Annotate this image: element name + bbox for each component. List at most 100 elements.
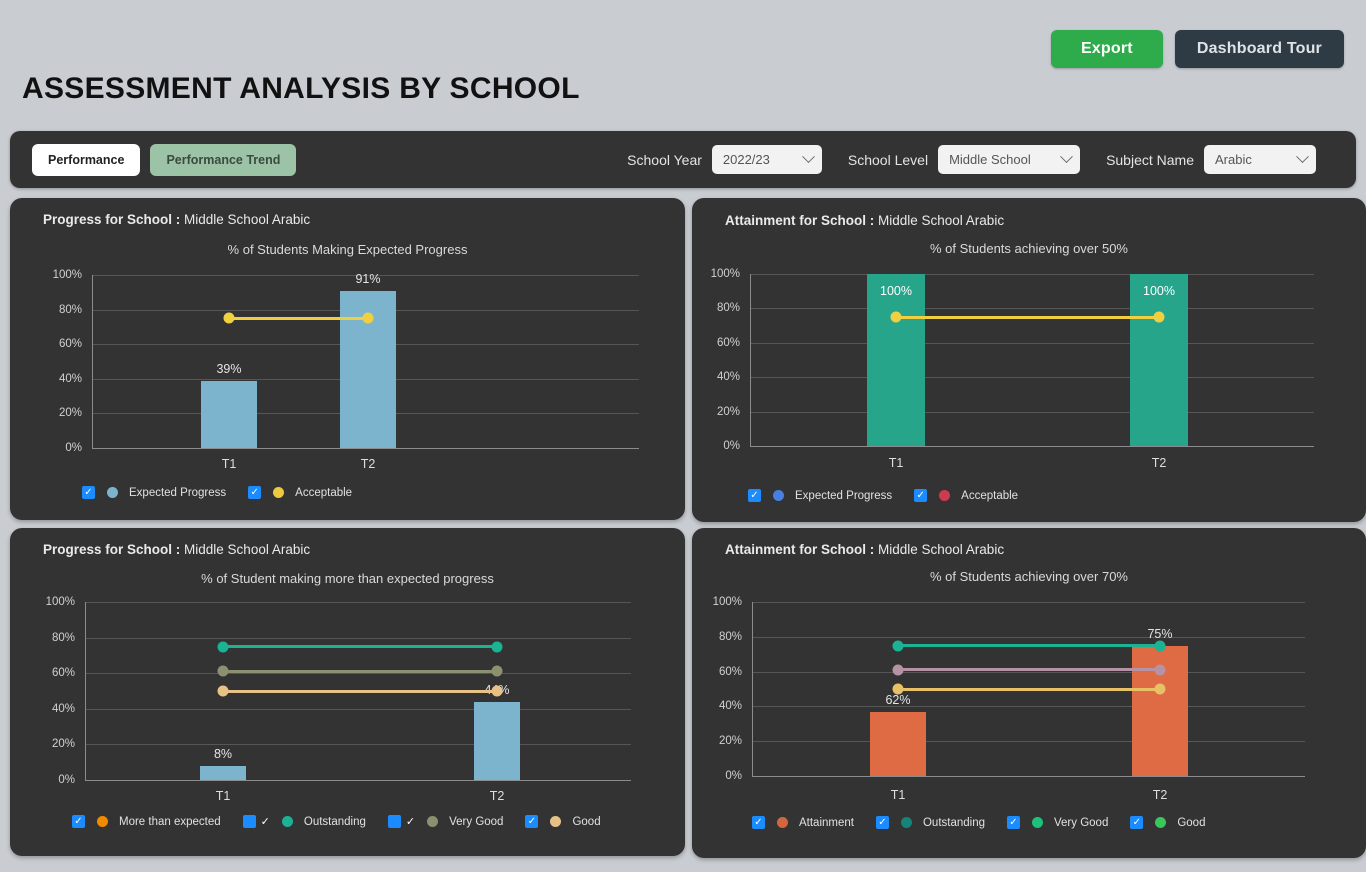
threshold-point[interactable] xyxy=(491,665,503,677)
legend-checkbox[interactable] xyxy=(387,815,401,828)
panel-heading-label: Attainment for School : xyxy=(725,542,875,557)
legend-checkbox[interactable]: ✓ xyxy=(82,486,95,499)
dashboard-page: Export Dashboard Tour ASSESSMENT ANALYSI… xyxy=(0,0,1366,872)
y-axis-tick-label: 20% xyxy=(58,407,82,420)
gridline xyxy=(85,708,631,710)
y-axis-tick-label: 60% xyxy=(51,667,75,680)
subject-name-label: Subject Name xyxy=(1106,151,1194,168)
y-axis-tick-label: 40% xyxy=(718,700,742,713)
y-axis-tick-label: 0% xyxy=(725,770,742,782)
legend-item[interactable]: ✓ Very Good xyxy=(1007,816,1108,829)
legend-checkbox[interactable]: ✓ xyxy=(1007,816,1020,829)
legend-color-dot xyxy=(939,490,951,501)
threshold-point[interactable] xyxy=(217,665,229,677)
legend-checkbox[interactable]: ✓ xyxy=(248,486,262,499)
legend-item[interactable]: ✓ Acceptable xyxy=(248,486,352,499)
threshold-point[interactable] xyxy=(217,685,229,697)
legend-checkbox[interactable] xyxy=(242,815,256,828)
chart-bar[interactable] xyxy=(870,711,926,776)
panel-heading: Progress for School : Middle School Arab… xyxy=(43,542,310,557)
legend-checkbox[interactable]: ✓ xyxy=(748,489,761,502)
legend-label: Good xyxy=(1177,816,1206,829)
threshold-point[interactable] xyxy=(892,683,904,695)
filter-subject-name: Subject Name Arabic xyxy=(1106,145,1316,174)
threshold-point[interactable] xyxy=(1154,683,1166,695)
legend-item[interactable]: ✓ Attainment xyxy=(752,816,854,829)
panel-heading: Attainment for School : Middle School Ar… xyxy=(725,542,1004,557)
threshold-point[interactable] xyxy=(892,664,904,676)
school-level-value: Middle School xyxy=(949,152,1031,167)
x-axis-line xyxy=(92,448,639,449)
threshold-point[interactable] xyxy=(1154,640,1166,651)
threshold-point[interactable] xyxy=(892,640,904,651)
y-axis-line xyxy=(750,274,751,446)
threshold-point[interactable] xyxy=(217,641,229,652)
legend-item[interactable]: ✓ Expected Progress xyxy=(82,486,226,499)
legend-label: Acceptable xyxy=(295,486,353,499)
subject-name-select[interactable]: Arabic xyxy=(1204,145,1316,174)
legend-checkbox[interactable]: ✓ xyxy=(914,489,928,502)
panel-heading-value: Middle School Arabic xyxy=(180,212,311,227)
legend-item[interactable]: ✓ Outstanding xyxy=(242,815,366,828)
legend-label: Attainment xyxy=(799,816,854,829)
legend-item[interactable]: ✓ Very Good xyxy=(387,815,504,828)
y-axis-tick-label: 60% xyxy=(58,338,82,351)
x-axis-tick-label: T2 xyxy=(489,789,505,803)
chart-bar[interactable] xyxy=(867,274,925,446)
threshold-point[interactable] xyxy=(223,312,235,324)
y-axis-tick-label: 0% xyxy=(723,440,740,452)
chart-bar[interactable] xyxy=(201,380,257,448)
dashboard-tour-button[interactable]: Dashboard Tour xyxy=(1174,30,1344,68)
x-axis-tick-label: T2 xyxy=(1151,456,1167,470)
legend-color-dot xyxy=(1032,817,1043,828)
threshold-point[interactable] xyxy=(491,685,503,697)
panel-heading-label: Progress for School : xyxy=(43,542,181,557)
y-axis-tick-label: 80% xyxy=(716,302,740,315)
legend-checkbox[interactable]: ✓ xyxy=(525,815,539,828)
x-axis-tick-label: T2 xyxy=(1152,788,1168,802)
subject-name-value: Arabic xyxy=(1215,152,1252,167)
y-axis-tick-label: 100% xyxy=(52,269,82,281)
legend-item[interactable]: ✓ Good xyxy=(1130,816,1205,829)
chart-bar[interactable] xyxy=(200,765,246,780)
x-axis-tick-label: T2 xyxy=(360,457,376,471)
check-icon: ✓ xyxy=(260,816,270,828)
chart-bar[interactable] xyxy=(474,701,520,780)
panel-heading: Attainment for School : Middle School Ar… xyxy=(725,213,1004,228)
x-axis-tick-label: T1 xyxy=(215,789,231,803)
threshold-point[interactable] xyxy=(362,312,374,324)
threshold-point[interactable] xyxy=(1153,311,1165,323)
gridline xyxy=(750,377,1314,379)
y-axis-tick-label: 80% xyxy=(58,303,82,316)
y-axis-tick-label: 0% xyxy=(65,442,82,454)
legend-checkbox[interactable]: ✓ xyxy=(875,816,889,829)
legend-checkbox[interactable]: ✓ xyxy=(1130,816,1144,829)
legend-checkbox[interactable]: ✓ xyxy=(752,816,765,829)
threshold-line xyxy=(896,315,1159,319)
legend-item[interactable]: ✓ Expected Progress xyxy=(748,489,892,502)
chart-legend: ✓ More than expected ✓ Outstanding ✓ Very Goo… xyxy=(72,815,601,828)
legend-item[interactable]: ✓ Good xyxy=(525,815,601,828)
chart-plot-area: 0% 20% 40% 60% 80% 100% 100% 100% xyxy=(711,268,1314,452)
legend-label: Expected Progress xyxy=(795,489,893,502)
legend-color-dot xyxy=(550,816,562,827)
legend-label: Very Good xyxy=(449,815,504,828)
panel-heading: Progress for School : Middle School Arab… xyxy=(43,212,310,227)
threshold-point[interactable] xyxy=(890,311,902,323)
legend-item[interactable]: ✓ Acceptable xyxy=(914,489,1018,502)
tab-performance-trend[interactable]: Performance Trend xyxy=(150,143,297,176)
chart-title: % of Students achieving over 50% xyxy=(929,241,1128,256)
export-button[interactable]: Export xyxy=(1050,30,1163,68)
chart-bar[interactable] xyxy=(1130,274,1188,446)
legend-item[interactable]: ✓ Outstanding xyxy=(875,816,985,829)
threshold-point[interactable] xyxy=(1154,664,1166,676)
tab-performance[interactable]: Performance xyxy=(32,143,141,176)
y-axis-tick-label: 20% xyxy=(51,738,75,751)
y-axis-tick-label: 80% xyxy=(718,630,742,643)
school-year-select[interactable]: 2022/23 xyxy=(711,145,822,174)
threshold-line xyxy=(898,687,1160,691)
legend-checkbox[interactable]: ✓ xyxy=(72,815,85,828)
threshold-point[interactable] xyxy=(491,641,503,652)
school-level-select[interactable]: Middle School xyxy=(938,145,1081,174)
legend-item[interactable]: ✓ More than expected xyxy=(72,815,221,828)
